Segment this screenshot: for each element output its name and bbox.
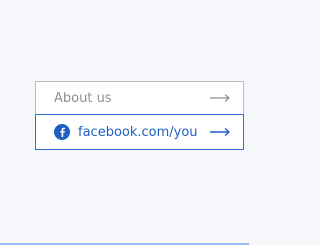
facebook-icon <box>54 124 70 140</box>
arrow-right-icon <box>209 126 231 138</box>
about-us-link[interactable]: About us <box>35 81 244 115</box>
facebook-link[interactable]: facebook.com/you <box>35 114 244 150</box>
about-us-label: About us <box>54 90 112 106</box>
link-list: About us facebook.com/you <box>35 81 244 150</box>
facebook-link-label: facebook.com/you <box>78 124 198 140</box>
arrow-right-icon <box>209 92 231 104</box>
